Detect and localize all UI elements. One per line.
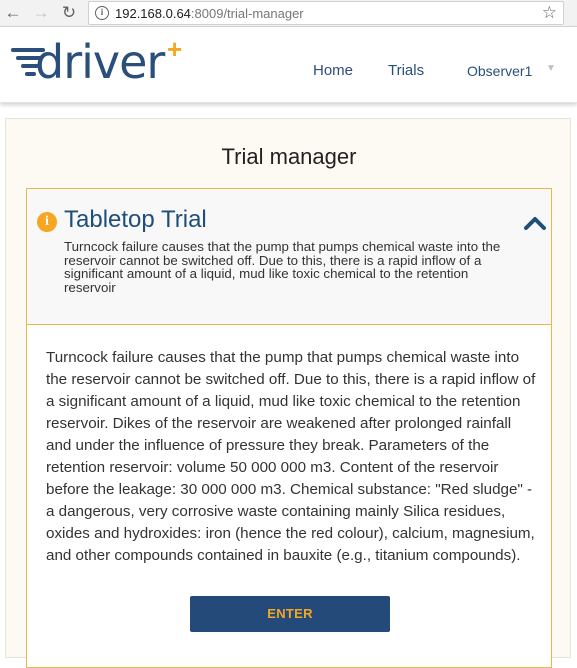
bookmark-star-icon[interactable]: ☆	[542, 3, 557, 23]
back-arrow-icon[interactable]: ←	[2, 2, 24, 24]
logo-text: driver	[35, 35, 165, 89]
reload-icon[interactable]: ↻	[58, 2, 80, 24]
nav-home[interactable]: Home	[313, 62, 353, 79]
url-host: 192.168.0.64	[115, 6, 191, 21]
trial-panel: i Tabletop Trial Turncock failure causes…	[26, 188, 552, 668]
main-card: Trial manager i Tabletop Trial Turncock …	[5, 118, 571, 668]
address-bar[interactable]: i 192.168.0.64:8009/trial-manager ☆	[88, 1, 564, 25]
trial-panel-header[interactable]: i Tabletop Trial Turncock failure causes…	[27, 189, 551, 325]
trial-title: Tabletop Trial	[64, 206, 207, 233]
browser-toolbar: ← → ↻ i 192.168.0.64:8009/trial-manager …	[0, 0, 577, 27]
site-info-icon[interactable]: i	[95, 6, 109, 20]
nav-observer-dropdown[interactable]: Observer1	[467, 63, 532, 79]
enter-button[interactable]: ENTER	[190, 596, 390, 632]
url-text: 192.168.0.64:8009/trial-manager	[115, 6, 304, 21]
info-icon: i	[37, 212, 57, 232]
trial-summary: Turncock failure causes that the pump th…	[64, 239, 501, 295]
chevron-up-icon[interactable]	[524, 216, 546, 230]
nav-trials[interactable]: Trials	[388, 62, 424, 79]
url-path: :8009/trial-manager	[190, 6, 304, 21]
chevron-down-icon[interactable]: ▼	[546, 63, 556, 74]
driver-logo[interactable]: driver +	[11, 34, 186, 91]
forward-arrow-icon[interactable]: →	[30, 2, 52, 24]
logo-plus: +	[167, 34, 183, 64]
trial-description: Turncock failure causes that the pump th…	[46, 349, 536, 564]
app-header: driver + Home Trials Observer1 ▼	[0, 27, 577, 103]
page-title: Trial manager	[221, 144, 357, 169]
